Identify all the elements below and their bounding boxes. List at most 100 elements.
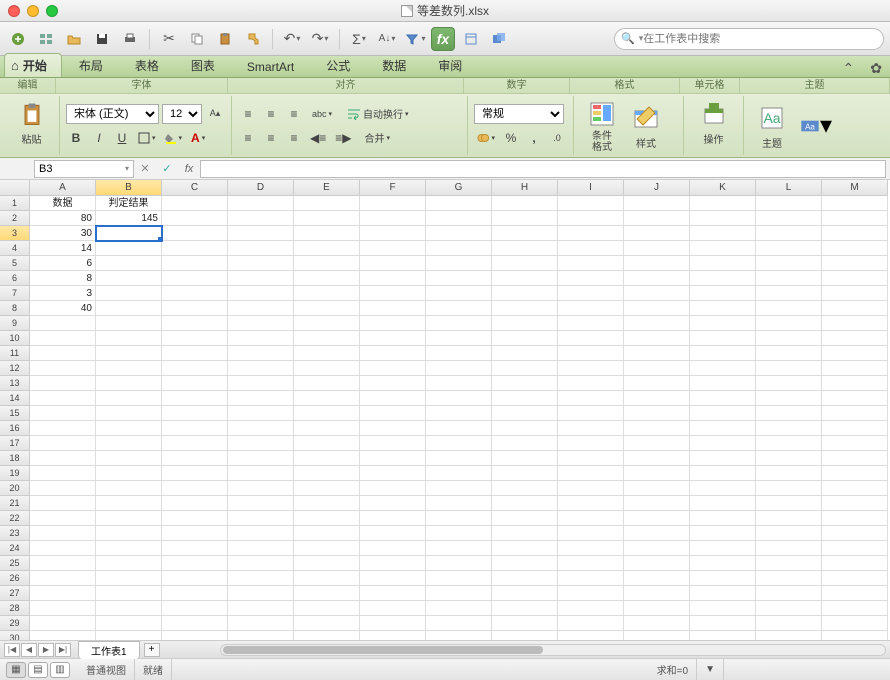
col-header[interactable]: G bbox=[426, 180, 492, 196]
cell[interactable] bbox=[756, 316, 822, 331]
cell[interactable] bbox=[294, 466, 360, 481]
row-header[interactable]: 30 bbox=[0, 631, 30, 640]
cell[interactable] bbox=[558, 496, 624, 511]
row-header[interactable]: 20 bbox=[0, 481, 30, 496]
border-button[interactable] bbox=[135, 128, 159, 148]
cell[interactable]: 14 bbox=[30, 241, 96, 256]
cell[interactable]: 6 bbox=[30, 256, 96, 271]
cell[interactable] bbox=[822, 526, 888, 541]
cell[interactable] bbox=[492, 391, 558, 406]
cell[interactable] bbox=[360, 451, 426, 466]
cell[interactable] bbox=[756, 211, 822, 226]
cell[interactable] bbox=[492, 466, 558, 481]
theme-fonts-bigbutton[interactable]: Aa▾ bbox=[794, 96, 838, 155]
row-header[interactable]: 14 bbox=[0, 391, 30, 406]
col-header[interactable]: B bbox=[96, 180, 162, 196]
cell[interactable] bbox=[96, 301, 162, 316]
cell[interactable] bbox=[426, 271, 492, 286]
cell[interactable] bbox=[756, 601, 822, 616]
cell[interactable] bbox=[30, 346, 96, 361]
cell[interactable] bbox=[492, 286, 558, 301]
cell[interactable] bbox=[228, 436, 294, 451]
currency-button[interactable] bbox=[474, 128, 498, 148]
cell[interactable] bbox=[558, 511, 624, 526]
col-header[interactable]: E bbox=[294, 180, 360, 196]
cell[interactable] bbox=[426, 421, 492, 436]
cell[interactable] bbox=[756, 466, 822, 481]
cell[interactable] bbox=[360, 271, 426, 286]
cell[interactable] bbox=[822, 301, 888, 316]
row-header[interactable]: 6 bbox=[0, 271, 30, 286]
cell[interactable] bbox=[426, 256, 492, 271]
add-sheet-button[interactable]: + bbox=[144, 643, 160, 657]
cell[interactable] bbox=[96, 241, 162, 256]
cell[interactable] bbox=[30, 571, 96, 586]
cell[interactable]: 8 bbox=[30, 271, 96, 286]
select-all-corner[interactable] bbox=[0, 180, 30, 196]
cell[interactable] bbox=[162, 301, 228, 316]
cell[interactable] bbox=[426, 196, 492, 211]
row-header[interactable]: 17 bbox=[0, 436, 30, 451]
cell[interactable] bbox=[30, 556, 96, 571]
row-header[interactable]: 23 bbox=[0, 526, 30, 541]
cell[interactable] bbox=[162, 571, 228, 586]
cell[interactable] bbox=[426, 406, 492, 421]
align-top-button[interactable]: ≡ bbox=[238, 104, 258, 124]
cell[interactable] bbox=[360, 226, 426, 241]
cell[interactable] bbox=[96, 286, 162, 301]
cell[interactable] bbox=[558, 286, 624, 301]
cell[interactable] bbox=[558, 481, 624, 496]
cell[interactable] bbox=[360, 331, 426, 346]
cell[interactable] bbox=[96, 346, 162, 361]
cell[interactable] bbox=[624, 586, 690, 601]
cell[interactable] bbox=[162, 211, 228, 226]
cell[interactable] bbox=[96, 616, 162, 631]
cell[interactable] bbox=[360, 196, 426, 211]
normal-view-button[interactable]: ▦ bbox=[6, 662, 26, 678]
cell[interactable] bbox=[162, 331, 228, 346]
cell[interactable] bbox=[822, 466, 888, 481]
copy-button[interactable] bbox=[185, 27, 209, 51]
save-button[interactable] bbox=[90, 27, 114, 51]
cell[interactable] bbox=[30, 586, 96, 601]
cell[interactable] bbox=[426, 526, 492, 541]
fx-toggle-button[interactable]: fx bbox=[431, 27, 455, 51]
cell[interactable] bbox=[162, 526, 228, 541]
cell[interactable] bbox=[294, 346, 360, 361]
cell[interactable] bbox=[822, 211, 888, 226]
cell[interactable] bbox=[228, 346, 294, 361]
cell[interactable] bbox=[360, 541, 426, 556]
cell[interactable] bbox=[294, 631, 360, 640]
sort-button[interactable]: A↓ bbox=[375, 27, 399, 51]
font-size-select[interactable]: 12 bbox=[162, 104, 202, 124]
cell[interactable] bbox=[756, 631, 822, 640]
cell[interactable] bbox=[756, 496, 822, 511]
cell[interactable] bbox=[756, 361, 822, 376]
cell[interactable] bbox=[426, 496, 492, 511]
cell[interactable] bbox=[756, 346, 822, 361]
cell[interactable] bbox=[690, 376, 756, 391]
font-color-button[interactable]: A bbox=[188, 128, 208, 148]
cell[interactable] bbox=[822, 616, 888, 631]
cell[interactable] bbox=[96, 631, 162, 640]
cell[interactable] bbox=[756, 241, 822, 256]
cell[interactable] bbox=[492, 331, 558, 346]
ribbon-settings-button[interactable]: ✿ bbox=[862, 60, 890, 77]
align-center-button[interactable]: ≡ bbox=[261, 128, 281, 148]
cell[interactable] bbox=[162, 631, 228, 640]
cut-button[interactable]: ✂ bbox=[157, 27, 181, 51]
row-header[interactable]: 4 bbox=[0, 241, 30, 256]
cell[interactable] bbox=[228, 391, 294, 406]
cell[interactable] bbox=[558, 436, 624, 451]
cell[interactable] bbox=[96, 481, 162, 496]
cell[interactable] bbox=[426, 331, 492, 346]
cell[interactable] bbox=[228, 466, 294, 481]
cell[interactable] bbox=[162, 406, 228, 421]
cell[interactable] bbox=[294, 241, 360, 256]
cell[interactable] bbox=[492, 301, 558, 316]
cell[interactable] bbox=[96, 586, 162, 601]
cell[interactable] bbox=[756, 376, 822, 391]
cell[interactable] bbox=[492, 541, 558, 556]
cell[interactable] bbox=[690, 586, 756, 601]
cell[interactable] bbox=[426, 436, 492, 451]
